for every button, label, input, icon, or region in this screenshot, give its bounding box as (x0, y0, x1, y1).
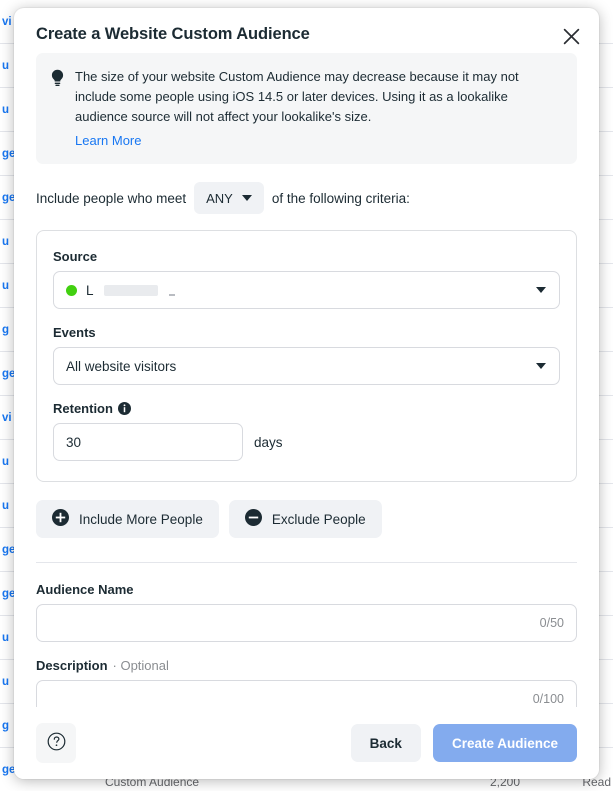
dialog-body: The size of your website Custom Audience… (14, 53, 599, 707)
description-label: Description (36, 658, 108, 673)
back-button[interactable]: Back (351, 724, 421, 762)
description-label-row: Description · Optional (36, 658, 577, 673)
create-website-custom-audience-dialog: Create a Website Custom Audience The siz… (14, 8, 599, 779)
retention-label: Retention (53, 401, 113, 416)
events-chevron-down-icon (536, 363, 546, 369)
audience-rule-card: Source L Events All website visitors Ret… (36, 230, 577, 482)
criteria-suffix-label: of the following criteria: (272, 191, 410, 206)
ios-notice-banner: The size of your website Custom Audience… (36, 53, 577, 164)
lightbulb-icon (50, 67, 65, 150)
description-input[interactable] (36, 680, 577, 707)
source-redacted-block (104, 285, 158, 296)
retention-label-row: Retention (53, 401, 560, 416)
plus-circle-icon (52, 509, 69, 529)
notice-text: The size of your website Custom Audience… (75, 67, 561, 127)
source-select-text: L (86, 283, 94, 298)
footer-actions: Back Create Audience (351, 724, 577, 762)
criteria-prefix-label: Include people who meet (36, 191, 186, 206)
exclude-people-label: Exclude People (272, 512, 366, 527)
create-audience-button[interactable]: Create Audience (433, 724, 577, 762)
source-select-value: L (66, 283, 175, 298)
events-select[interactable]: All website visitors (53, 347, 560, 385)
retention-unit-label: days (254, 435, 283, 450)
source-label: Source (53, 249, 560, 264)
audience-name-field-wrap: 0/50 (36, 604, 577, 642)
events-label: Events (53, 325, 560, 340)
include-more-people-button[interactable]: Include More People (36, 500, 219, 538)
learn-more-link[interactable]: Learn More (75, 133, 141, 148)
minus-circle-icon (245, 509, 262, 529)
section-divider (36, 562, 577, 563)
events-select-value: All website visitors (66, 359, 176, 374)
retention-days-input[interactable] (53, 423, 243, 461)
source-select[interactable]: L (53, 271, 560, 309)
notice-body: The size of your website Custom Audience… (75, 67, 561, 150)
close-button[interactable] (556, 21, 586, 51)
dialog-footer: Back Create Audience (14, 707, 599, 779)
description-optional-label: · Optional (113, 658, 169, 673)
audience-name-label: Audience Name (36, 582, 577, 597)
include-more-people-label: Include More People (79, 512, 203, 527)
chevron-down-icon (242, 195, 252, 201)
source-chevron-down-icon (536, 287, 546, 293)
page-title: Create a Website Custom Audience (36, 25, 577, 44)
criteria-operator-value: ANY (206, 191, 233, 206)
retention-row: days (53, 423, 560, 461)
audience-actions-row: Include More People Exclude People (36, 500, 577, 538)
help-button[interactable] (36, 723, 76, 763)
info-icon[interactable] (118, 402, 131, 415)
close-icon (563, 28, 580, 45)
description-field-wrap: 0/100 (36, 680, 577, 707)
source-status-dot-icon (66, 285, 77, 296)
help-circle-icon (47, 732, 66, 754)
criteria-row: Include people who meet ANY of the follo… (36, 182, 577, 214)
exclude-people-button[interactable]: Exclude People (229, 500, 382, 538)
criteria-operator-dropdown[interactable]: ANY (194, 182, 264, 214)
dialog-header: Create a Website Custom Audience (14, 8, 599, 53)
source-redacted-tail (169, 294, 175, 296)
audience-name-input[interactable] (36, 604, 577, 642)
